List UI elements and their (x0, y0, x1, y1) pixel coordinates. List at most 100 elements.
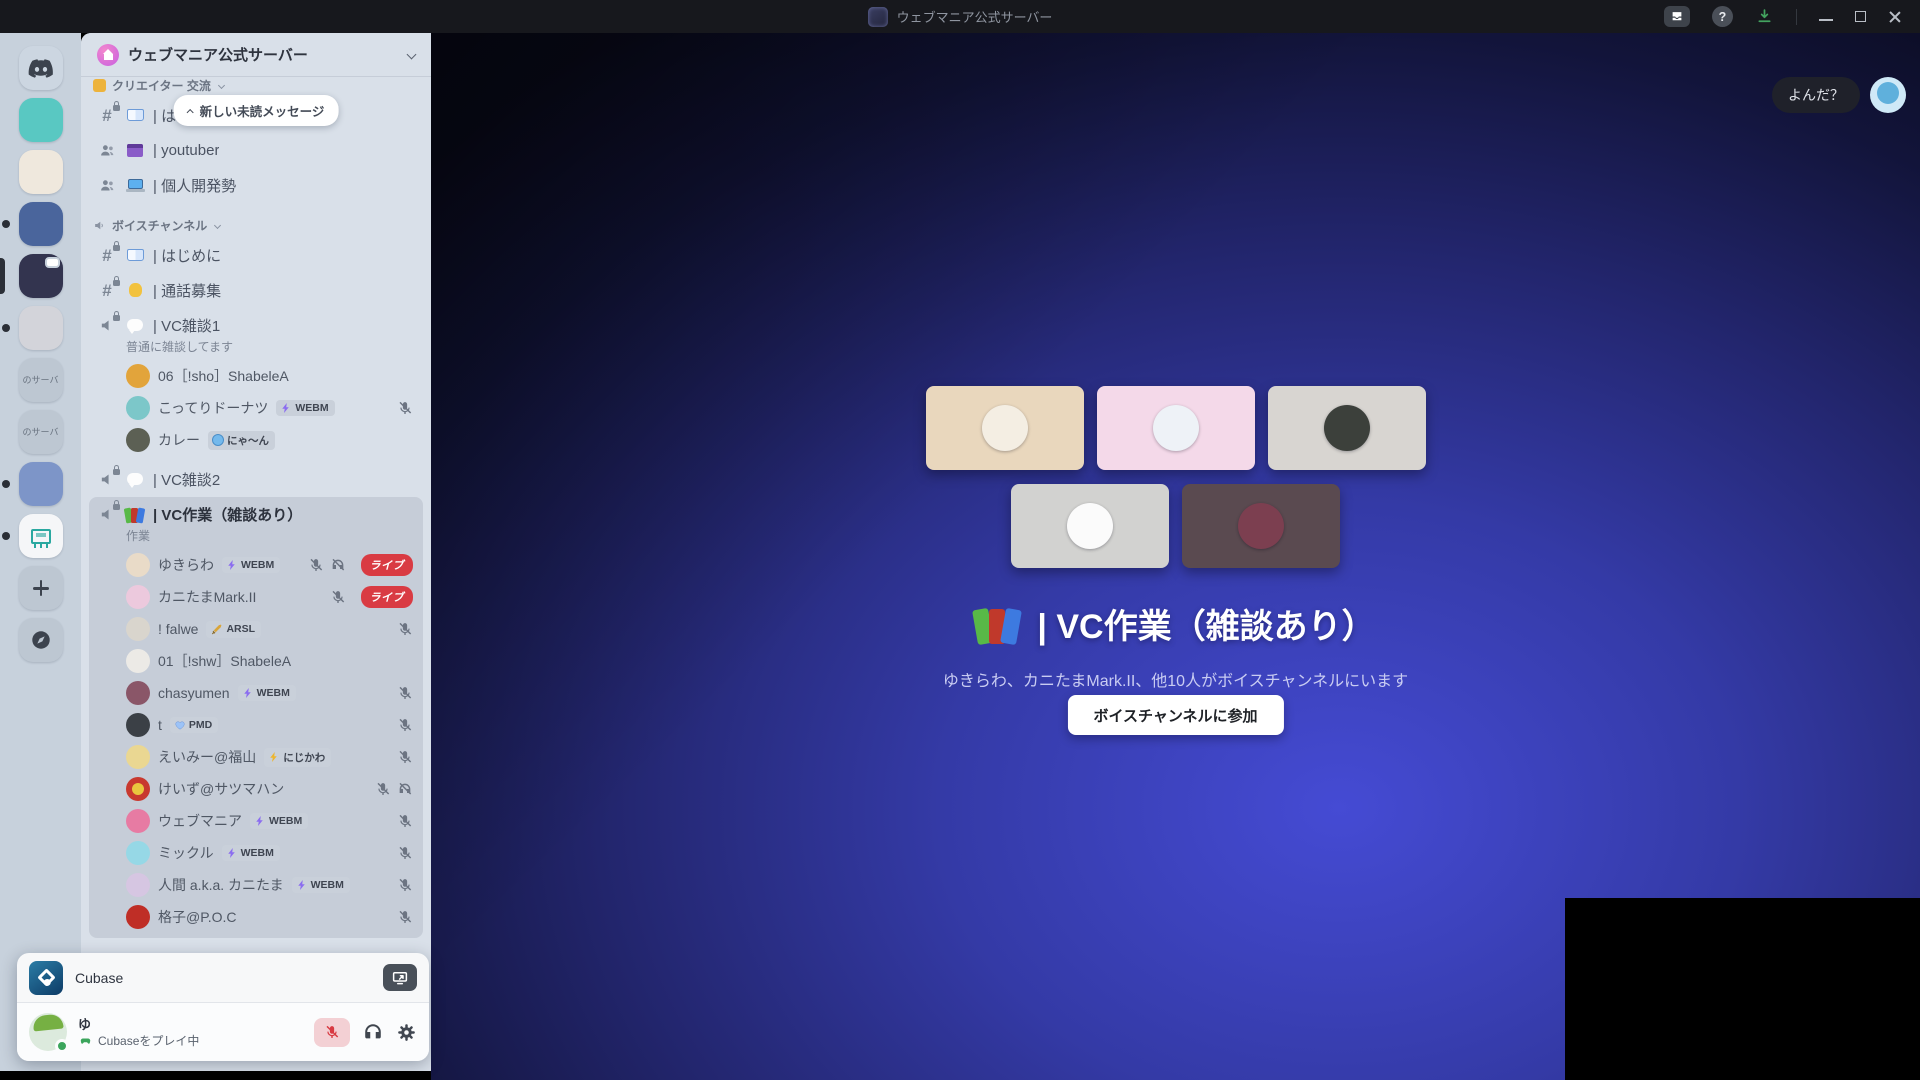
server-easel[interactable] (0, 510, 81, 562)
bolt-icon (254, 815, 266, 827)
voice-member-row[interactable]: ゆきらわ WEBM ライブ (89, 549, 423, 581)
mic-muted-icon (397, 621, 413, 637)
category-emoji (93, 79, 106, 92)
member-name: えいみー@福山 (158, 747, 256, 767)
channel-row[interactable]: | VC雑談2 (89, 463, 423, 495)
channel-block: # | 通話募集 (89, 273, 423, 307)
channel-row[interactable]: | 個人開発勢 (89, 169, 423, 201)
lock-icon (113, 315, 120, 321)
voice-channel-title: | VC作業（雑談あり） (431, 599, 1920, 648)
lock-icon (113, 469, 120, 475)
channel-name: | 個人開発勢 (153, 175, 236, 196)
voice-member-row[interactable]: ! falwe ARSL (89, 613, 423, 645)
mic-muted-icon (330, 589, 346, 605)
server-anime-blue[interactable] (0, 458, 81, 510)
user-info[interactable]: ゆ Cubaseをプレイ中 (78, 1016, 303, 1049)
profile-badge: WEBM (222, 845, 280, 861)
discord-window: ウェブマニア公式サーバー ? のサーバのサーバ ウェブマニア公式サーバー クリエ… (0, 0, 1920, 1080)
voice-member-row[interactable]: カレー にゃ～ん (89, 424, 423, 456)
channel-type-icon (97, 506, 117, 523)
channel-row[interactable]: | VC作業（雑談あり） (89, 498, 423, 530)
channel-name: | VC雑談1 (153, 315, 220, 336)
bolt-icon (296, 879, 308, 891)
participant-tile (1268, 386, 1426, 470)
voice-member-row[interactable]: ウェブマニア WEBM (89, 805, 423, 837)
voice-member-row[interactable]: ミックル WEBM (89, 837, 423, 869)
titlebar-server: ウェブマニア公式サーバー (868, 7, 1053, 27)
category-header[interactable]: クリエイター 交流 (93, 77, 419, 96)
channel-name: | はじめに (153, 245, 221, 266)
server-header[interactable]: ウェブマニア公式サーバー (81, 33, 431, 77)
server-suit[interactable] (0, 198, 81, 250)
channel-type-icon: # (97, 247, 117, 264)
add-server-button[interactable] (0, 562, 81, 614)
channel-row[interactable]: | VC雑談1 (89, 309, 423, 341)
gear-icon (396, 1022, 417, 1043)
books-icon (975, 604, 1021, 644)
profile-badge: ARSL (206, 621, 261, 638)
server-avatar (19, 202, 63, 246)
member-avatar (126, 745, 150, 769)
hand-emoji (129, 283, 142, 297)
mic-mute-button[interactable] (314, 1018, 350, 1047)
server-anime-white[interactable] (0, 302, 81, 354)
voice-member-row[interactable]: 格子@P.O.C (89, 901, 423, 933)
unread-messages-pill[interactable]: 新しい未読メッセージ (174, 95, 339, 126)
book-emoji (127, 109, 144, 121)
member-name: ! falwe (158, 621, 198, 637)
participant-tile (1182, 484, 1340, 568)
voice-member-row[interactable]: chasyumen WEBM (89, 677, 423, 709)
channel-description: 作業 (89, 527, 423, 548)
minimize-button[interactable] (1819, 13, 1833, 21)
inbox-icon[interactable] (1664, 6, 1690, 27)
server-collage[interactable] (0, 146, 81, 198)
close-button[interactable] (1888, 10, 1902, 24)
cubase-logo-icon (29, 961, 63, 995)
profile-badge: WEBM (276, 400, 334, 416)
profile-badge: WEBM (250, 813, 308, 829)
help-icon[interactable]: ? (1712, 6, 1733, 27)
user-avatar[interactable] (29, 1013, 67, 1051)
member-avatar (126, 681, 150, 705)
channel-block: | VC雑談1 普通に雑談してます 06［!sho］ShabeleA こってりド… (89, 308, 423, 461)
settings-gear-button[interactable] (396, 1022, 417, 1043)
channel-row[interactable]: # | 通話募集 (89, 274, 423, 306)
voice-member-row[interactable]: 01［!shw］ShabeleA (89, 645, 423, 677)
voice-member-row[interactable]: t PMD (89, 709, 423, 741)
channel-description: 普通に雑談してます (89, 338, 423, 359)
channel-row[interactable]: | youtuber (89, 134, 423, 166)
server-unnamed-1[interactable]: のサーバ (0, 354, 81, 406)
black-overlay (1565, 898, 1920, 1080)
member-name: t (158, 717, 162, 733)
titlebar-server-icon (868, 7, 888, 27)
server-unnamed-2[interactable]: のサーバ (0, 406, 81, 458)
participant-tiles-row1 (431, 386, 1920, 470)
voice-member-row[interactable]: けいず@サツマハン (89, 773, 423, 805)
channel-name: | 通話募集 (153, 280, 221, 301)
channel-type-icon (97, 142, 117, 159)
download-icon[interactable] (1755, 7, 1774, 26)
voice-channel-subtitle: ゆきらわ、カニたまMark.II、他10人がボイスチャンネルにいます (431, 667, 1920, 691)
server-robot[interactable] (0, 94, 81, 146)
channel-row[interactable]: # | はじめに (89, 239, 423, 271)
unread-pill-label: 新しい未読メッセージ (200, 101, 325, 120)
category-header[interactable]: ボイスチャンネル (93, 214, 419, 236)
voice-member-row[interactable]: 人間 a.k.a. カニたま WEBM (89, 869, 423, 901)
chevron-down-icon (214, 221, 221, 228)
server-pixel[interactable] (0, 250, 81, 302)
titlebar-title: ウェブマニア公式サーバー (897, 7, 1053, 26)
join-voice-button[interactable]: ボイスチャンネルに参加 (1067, 695, 1283, 735)
maximize-button[interactable] (1855, 11, 1866, 22)
headphones-button[interactable] (362, 1021, 384, 1043)
voice-member-row[interactable]: こってりドーナツ WEBM (89, 392, 423, 424)
profile-badge: にじかわ (264, 748, 331, 767)
voice-member-row[interactable]: カニたまMark.II ライブ (89, 581, 423, 613)
screen-share-button[interactable] (383, 964, 417, 991)
speech-bubble-emoji (127, 473, 143, 485)
participant-avatar (1324, 405, 1370, 451)
discover-button[interactable] (0, 614, 81, 666)
discord-home-button[interactable] (0, 42, 81, 94)
member-name: ゆきらわ (158, 555, 214, 575)
voice-member-row[interactable]: 06［!sho］ShabeleA (89, 360, 423, 392)
voice-member-row[interactable]: えいみー@福山 にじかわ (89, 741, 423, 773)
